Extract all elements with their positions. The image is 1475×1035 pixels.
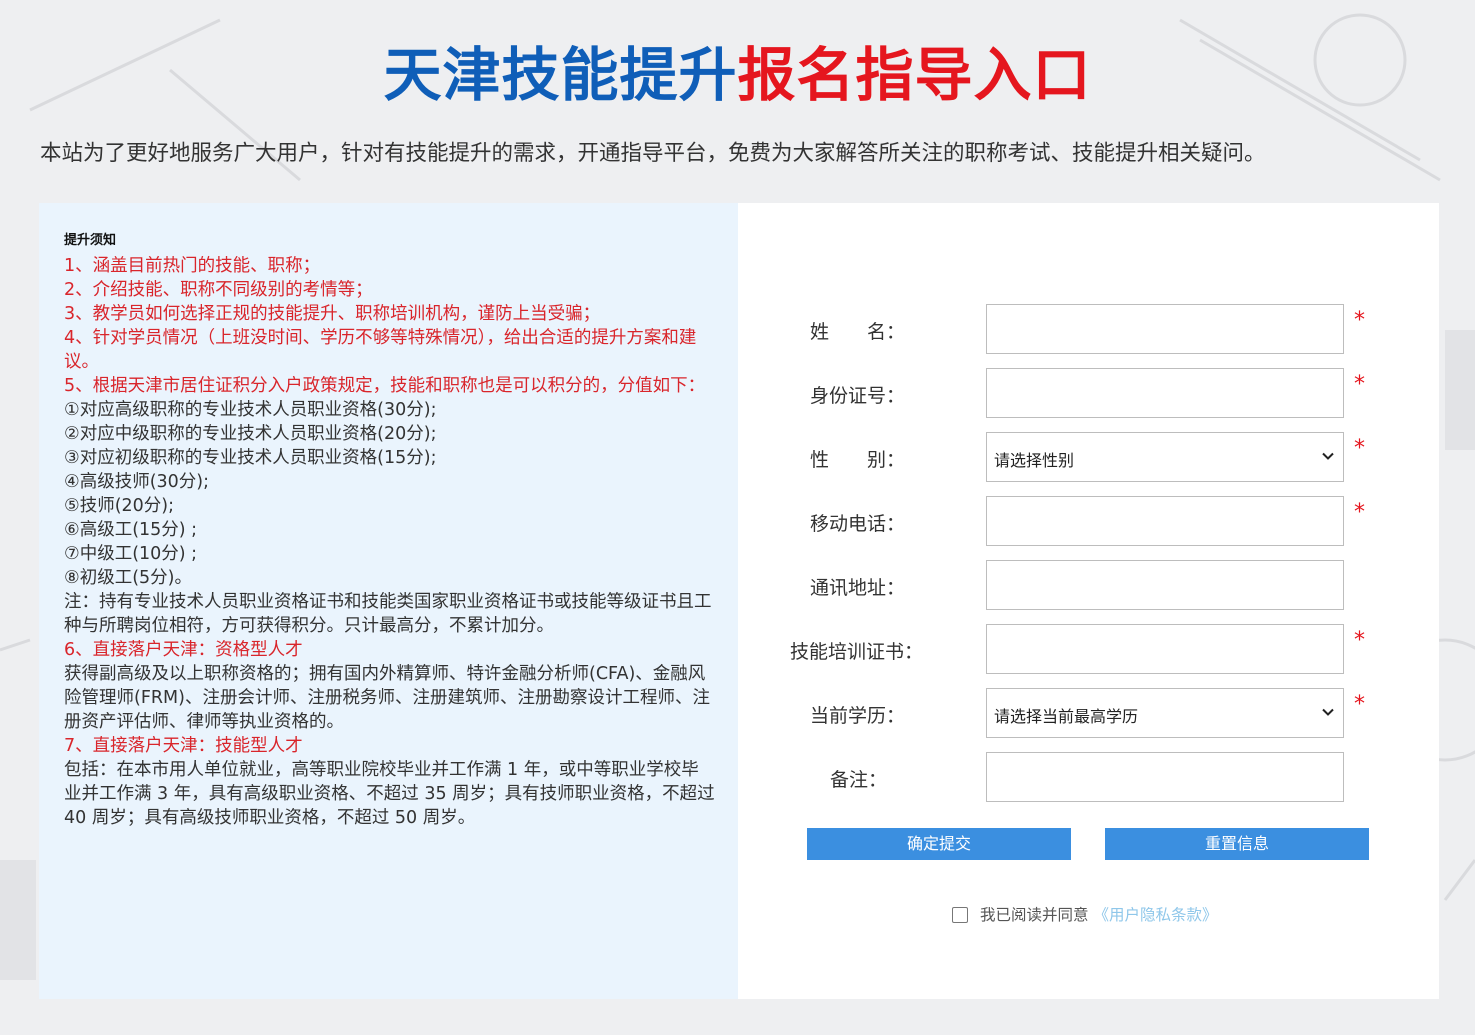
address-label: 通讯地址： (810, 577, 906, 599)
gender-row: 性 别： 请选择性别 * (738, 432, 1439, 482)
notice-panel: 提升须知 1、涵盖目前热门的技能、职称； 2、介绍技能、职称不同级别的考情等； 3、… (39, 203, 738, 999)
remark-input[interactable] (986, 752, 1344, 802)
notice-line: 5、根据天津市居住证积分入户政策规定，技能和职称也是可以积分的，分值如下： (64, 376, 706, 396)
notice-line: 获得副高级及以上职称资格的；拥有国内外精算师、特许金融分析师(CFA)、金融风险… (64, 664, 710, 732)
required-mark: * (1354, 628, 1365, 653)
required-mark: * (1354, 436, 1365, 461)
phone-row: 移动电话： * (738, 496, 1439, 546)
name-input[interactable] (986, 304, 1344, 354)
notice-line: 7、直接落户天津：技能型人才 (64, 736, 303, 756)
education-label: 当前学历： (810, 705, 906, 727)
submit-button[interactable]: 确定提交 (807, 828, 1071, 860)
gender-select[interactable]: 请选择性别 (986, 432, 1344, 482)
gender-label: 性 别： (810, 449, 906, 471)
reset-button[interactable]: 重置信息 (1105, 828, 1369, 860)
notice-line: 1、涵盖目前热门的技能、职称； (64, 256, 321, 276)
address-row: 通讯地址： (738, 560, 1439, 610)
education-select[interactable]: 请选择当前最高学历 (986, 688, 1344, 738)
gender-selected-value: 请选择性别 (994, 451, 1075, 470)
chevron-down-icon (1322, 452, 1334, 460)
page-title-blue: 天津技能提升 (383, 41, 738, 109)
page-title: 天津技能提升报名指导入口 (0, 28, 1475, 112)
notice-line: 4、针对学员情况（上班没时间、学历不够等特殊情况），给出合适的提升方案和建议。 (64, 328, 697, 372)
remark-row: 备注： (738, 752, 1439, 802)
notice-line: ①对应高级职称的专业技术人员职业资格(30分); (64, 400, 437, 420)
notice-line: 2、介绍技能、职称不同级别的考情等； (64, 280, 373, 300)
privacy-link[interactable]: 《用户隐私条款》 (1093, 906, 1217, 924)
notice-line: ③对应初级职称的专业技术人员职业资格(15分); (64, 448, 437, 468)
id-row: 身份证号： * (738, 368, 1439, 418)
notice-list: 1、涵盖目前热门的技能、职称； 2、介绍技能、职称不同级别的考情等； 3、教学员如何… (64, 254, 716, 830)
required-mark: * (1354, 308, 1365, 333)
agree-checkbox[interactable] (952, 907, 968, 923)
required-mark: * (1354, 692, 1365, 717)
name-row: 姓 名： * (738, 304, 1439, 354)
page-title-red: 报名指导入口 (737, 41, 1092, 109)
notice-line: ⑤技师(20分); (64, 496, 175, 516)
name-label: 姓 名： (810, 321, 906, 343)
cert-label: 技能培训证书： (790, 641, 924, 663)
phone-input[interactable] (986, 496, 1344, 546)
id-number-input[interactable] (986, 368, 1344, 418)
notice-line: ⑧初级工(5分)。 (64, 568, 192, 588)
required-mark: * (1354, 500, 1365, 525)
notice-heading: 提升须知 (64, 233, 117, 248)
notice-line: 3、教学员如何选择正规的技能提升、职称培训机构，谨防上当受骗； (64, 304, 601, 324)
notice-line: ⑥高级工(15分) ; (64, 520, 198, 540)
phone-label: 移动电话： (810, 513, 906, 535)
address-input[interactable] (986, 560, 1344, 610)
agree-text: 我已阅读并同意 (980, 906, 1089, 924)
notice-line: ⑦中级工(10分) ; (64, 544, 198, 564)
remark-label: 备注： (830, 769, 888, 791)
id-label: 身份证号： (810, 385, 906, 407)
notice-line: 注：持有专业技术人员职业资格证书和技能类国家职业资格证书或技能等级证书且工种与所… (64, 592, 712, 636)
intro-text: 本站为了更好地服务广大用户，针对有技能提升的需求，开通指导平台，免费为大家解答所… (40, 141, 1266, 166)
cert-row: 技能培训证书： * (738, 624, 1439, 674)
education-row: 当前学历： 请选择当前最高学历 * (738, 688, 1439, 738)
required-mark: * (1354, 372, 1365, 397)
notice-line: ②对应中级职称的专业技术人员职业资格(20分); (64, 424, 437, 444)
registration-form: 姓 名： * 身份证号： * 性 别： 请选择性别 * 移动电话： * 通讯地址… (738, 203, 1439, 999)
notice-line: ④高级技师(30分); (64, 472, 210, 492)
notice-line: 6、直接落户天津：资格型人才 (64, 640, 303, 660)
agreement-row: 我已阅读并同意 《用户隐私条款》 (952, 903, 1217, 925)
notice-line: 包括：在本市用人单位就业，高等职业院校毕业并工作满 1 年，或中等职业学校毕业并… (64, 760, 715, 828)
chevron-down-icon (1322, 708, 1334, 716)
certificate-input[interactable] (986, 624, 1344, 674)
education-selected-value: 请选择当前最高学历 (994, 707, 1139, 726)
